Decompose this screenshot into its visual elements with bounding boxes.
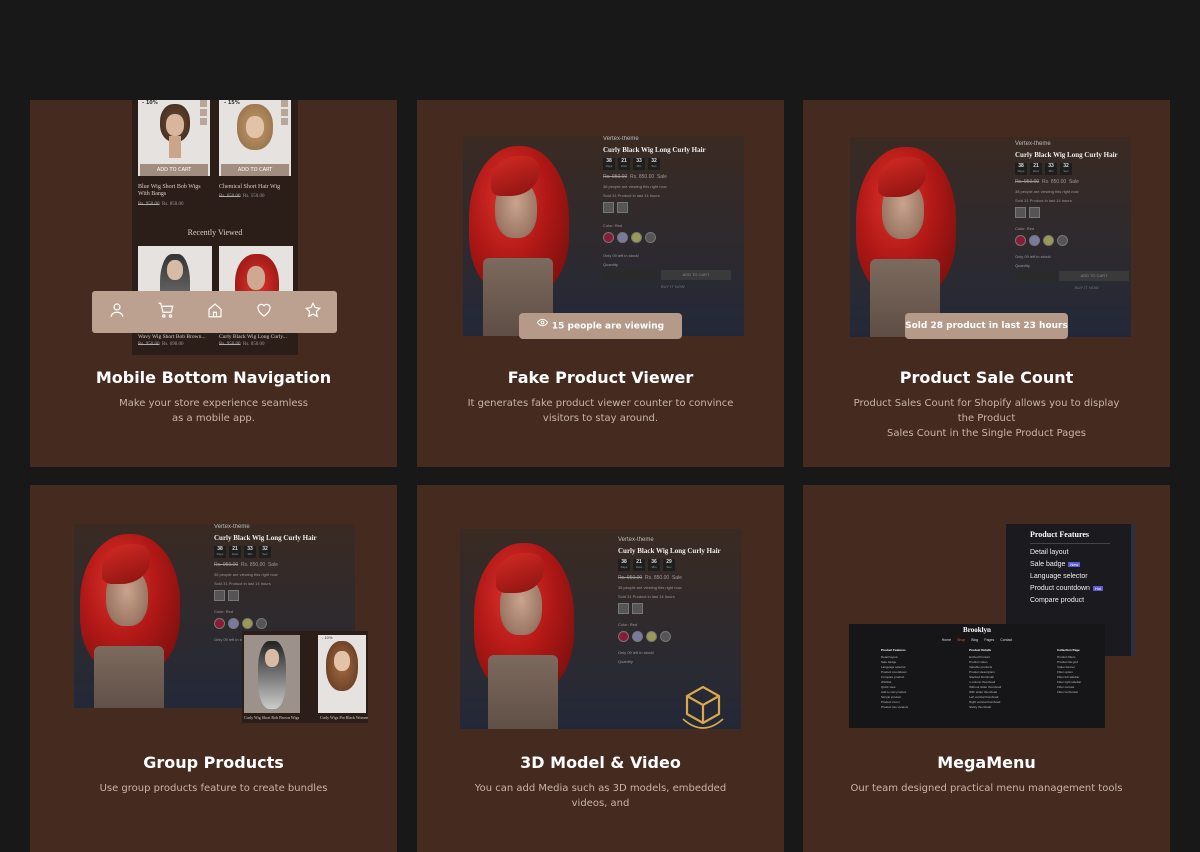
- feature-card-sale-count: Vertex-theme Curly Black Wig Long Curly …: [803, 100, 1170, 467]
- product-image: [318, 635, 366, 713]
- product-page-screenshot: Vertex-theme Curly Black Wig Long Curly …: [850, 137, 1131, 337]
- product-price: Rs. 950.00 Rs. 850.00: [219, 342, 265, 347]
- card-title: Mobile Bottom Navigation: [95, 368, 332, 387]
- mobile-bottom-navbar: [92, 291, 337, 333]
- eye-icon: [536, 313, 548, 339]
- nav-item[interactable]: Blog: [971, 638, 978, 642]
- card-title: Fake Product Viewer: [507, 368, 694, 387]
- viewer-count-pill: 15 people are viewing: [519, 313, 682, 339]
- card-title: MegaMenu: [937, 753, 1036, 772]
- card-description: Use group products feature to create bun…: [99, 783, 328, 794]
- card-title: 3D Model & Video: [520, 753, 681, 772]
- product-name[interactable]: Curly Wigs Pin Black Women Black: [320, 715, 368, 720]
- card-description: Make your store experience seamless as a …: [119, 398, 308, 424]
- color-swatches[interactable]: [214, 618, 354, 629]
- grouped-products-panel: - 10% Curly Wig Short Bob Brown Wigs Cur…: [242, 631, 368, 723]
- product-name[interactable]: Curly Wig Short Bob Brown Wigs: [244, 715, 299, 720]
- recently-viewed-heading: Recently Viewed: [187, 228, 243, 237]
- menu-heading: Product Features: [1030, 530, 1090, 539]
- feature-card-3d-model: Vertex-theme Curly Black Wig Long Curly …: [417, 485, 784, 852]
- product-name[interactable]: Blue Wig Short Bob Wigs With Bangs: [138, 184, 212, 198]
- color-swatches[interactable]: [1015, 235, 1131, 246]
- product-photo: [74, 534, 192, 708]
- brand-logo: Brooklyn: [963, 626, 991, 634]
- menu-item[interactable]: Language selector: [1030, 573, 1131, 580]
- countdown-timer: 38 Days 21 Hour 33 Min 32 Sec: [603, 158, 743, 170]
- menu-column: Product Details Embed Product Product vid…: [969, 648, 1002, 709]
- add-to-cart-button[interactable]: ADD TO CART: [661, 270, 731, 280]
- discount-badge: - 10%: [322, 635, 333, 640]
- discount-badge: - 10%: [142, 100, 158, 106]
- nav-item[interactable]: Pages: [984, 638, 994, 642]
- heart-icon[interactable]: [255, 301, 273, 323]
- color-swatches[interactable]: [603, 232, 743, 243]
- menu-column: Product Features Detail layout Sale badge…: [881, 648, 909, 709]
- feature-card-megamenu: Product Features Detail layout Sale badg…: [803, 485, 1170, 852]
- product-photo: [463, 146, 581, 336]
- product-info: Vertex-theme Curly Black Wig Long Curly …: [618, 537, 738, 664]
- product-price: Rs. 950.00 Rs. 850.00: [138, 202, 184, 207]
- nav-item[interactable]: Home: [942, 638, 951, 642]
- feature-card-group-products: Vertex-theme Curly Black Wig Long Curly …: [30, 485, 397, 852]
- 3d-model-icon[interactable]: [679, 681, 727, 737]
- product-page-screenshot: Vertex-theme Curly Black Wig Long Curly …: [463, 136, 744, 336]
- megamenu-preview: Brooklyn Home Shop Blog Pages Contact Pr…: [849, 624, 1105, 728]
- sale-count-pill: Sold 28 product in last 23 hours: [905, 313, 1068, 339]
- cart-icon[interactable]: [157, 301, 175, 323]
- feature-card-fake-viewer: Vertex-theme Curly Black Wig Long Curly …: [417, 100, 784, 467]
- card-description: You can add Media such as 3D models, emb…: [474, 783, 727, 809]
- feature-card-mobile-nav: ADD TO CART - 10% ADD TO CART - 15% Blue…: [30, 100, 397, 467]
- product-name[interactable]: Chemical Short Hair Wig: [219, 184, 293, 191]
- nav-item[interactable]: Shop: [957, 638, 965, 642]
- menu-item[interactable]: Compare product: [1030, 597, 1131, 604]
- product-photo: [850, 147, 968, 337]
- star-icon[interactable]: [304, 301, 322, 323]
- top-nav: Home Shop Blog Pages Contact: [849, 638, 1105, 642]
- card-description: Our team designed practical menu managem…: [850, 783, 1123, 794]
- add-to-cart-button[interactable]: ADD TO CART: [1059, 271, 1129, 281]
- card-description: Product Sales Count for Shopify allows y…: [853, 398, 1120, 439]
- menu-column: Collection Page Product filters Product l…: [1057, 648, 1082, 694]
- add-to-cart-button[interactable]: ADD TO CART: [140, 164, 208, 176]
- home-icon[interactable]: [206, 301, 224, 323]
- product-info: Vertex-theme Curly Black Wig Long Curly …: [214, 524, 354, 642]
- card-description: It generates fake product viewer counter…: [467, 398, 734, 424]
- color-swatches[interactable]: [618, 631, 738, 642]
- menu-item[interactable]: Product countdown Hot: [1030, 585, 1131, 592]
- product-price: Rs. 950.00 Rs. 698.00: [138, 342, 184, 347]
- product-photo: [468, 543, 586, 729]
- product-info: Vertex-theme Curly Black Wig Long Curly …: [603, 136, 743, 289]
- action-icons: [200, 100, 207, 130]
- menu-item[interactable]: Detail layout: [1030, 549, 1131, 556]
- buy-now-button[interactable]: BUY IT NOW: [1075, 285, 1131, 290]
- buy-now-button[interactable]: BUY IT NOW: [661, 284, 743, 289]
- product-name[interactable]: Wavy Wig Short Bob Brown...: [138, 334, 206, 340]
- card-title: Group Products: [143, 753, 284, 772]
- product-image: [244, 635, 300, 713]
- action-icons: [281, 100, 288, 130]
- discount-badge: - 15%: [224, 100, 240, 106]
- card-title: Product Sale Count: [899, 368, 1074, 387]
- menu-item[interactable]: Sale badge New: [1030, 561, 1131, 568]
- product-name[interactable]: Curly Black Wig Long Curly...: [219, 334, 287, 340]
- nav-item[interactable]: Contact: [1000, 638, 1012, 642]
- megamenu-columns: Product Features Detail layout Sale badge…: [881, 648, 1105, 710]
- add-to-cart-button[interactable]: ADD TO CART: [221, 164, 289, 176]
- product-price: Rs. 650.00 Rs. 550.00: [219, 194, 265, 199]
- product-info: Vertex-theme Curly Black Wig Long Curly …: [1015, 141, 1131, 290]
- user-icon[interactable]: [108, 301, 126, 323]
